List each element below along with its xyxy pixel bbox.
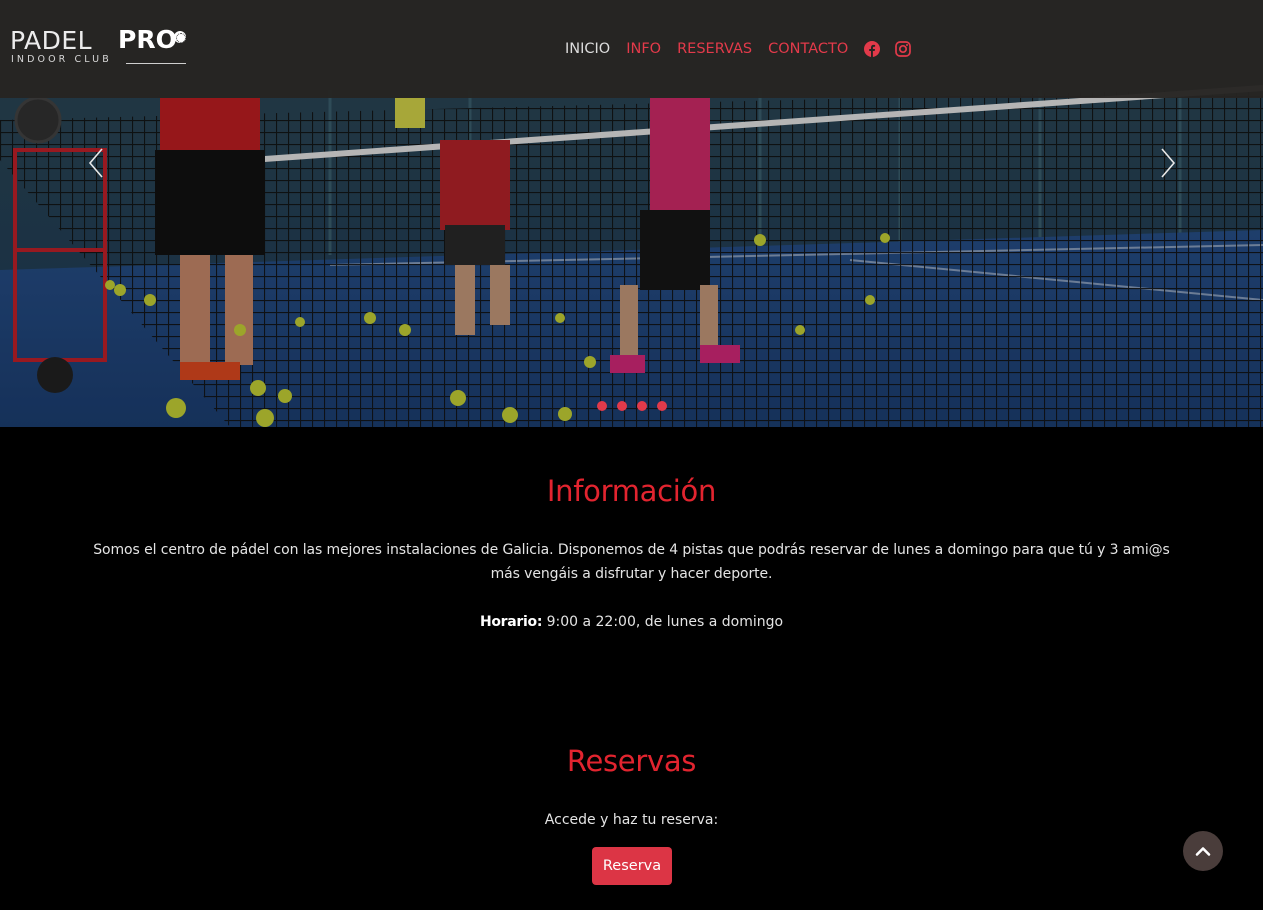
nav-item-reservas[interactable]: RESERVAS [677, 39, 752, 59]
carousel-indicator[interactable] [657, 401, 667, 411]
reservas-prompt: Accede y haz tu reserva: [544, 812, 719, 828]
info-description: Somos el centro de pádel con las mejores… [93, 542, 1170, 582]
carousel-prev-button[interactable] [86, 146, 106, 180]
carousel-indicator[interactable] [637, 401, 647, 411]
logo-wordmark: PADEL [10, 26, 93, 55]
carousel-indicator[interactable] [597, 401, 607, 411]
logo-tagline: INDOOR CLUB [11, 54, 112, 65]
logo-wordmark-highlight: PRO [118, 25, 177, 54]
reservas-title: Reservas [566, 744, 697, 778]
navbar: PADEL PRO INDOOR CLUB INICIO INFO RESERV… [0, 0, 1263, 98]
schedule-value: 9:00 a 22:00, de lunes a domingo [542, 614, 784, 630]
site-logo[interactable]: PADEL PRO INDOOR CLUB [10, 25, 190, 70]
chevron-up-icon [1195, 847, 1211, 856]
main-nav: INICIO INFO RESERVAS CONTACTO [565, 38, 926, 60]
carousel-next-button[interactable] [1158, 146, 1178, 180]
schedule-label: Horario: [479, 614, 543, 630]
instagram-link[interactable] [895, 41, 912, 57]
reserva-button[interactable]: Reserva [592, 847, 672, 885]
schedule: Horario: 9:00 a 22:00, de lunes a doming… [0, 610, 1263, 634]
carousel-indicators [597, 401, 677, 411]
nav-item-inicio[interactable]: INICIO [565, 39, 610, 59]
logo-divider [126, 63, 186, 64]
info-title: Información [546, 474, 717, 508]
facebook-icon [864, 41, 881, 57]
nav-item-contacto[interactable]: CONTACTO [768, 39, 848, 59]
chevron-right-icon [1161, 148, 1176, 178]
instagram-icon [895, 41, 912, 57]
chevron-left-icon [88, 148, 103, 178]
ball-icon [174, 31, 186, 43]
nav-item-info[interactable]: INFO [626, 39, 661, 59]
carousel-indicator[interactable] [617, 401, 627, 411]
scroll-to-top-button[interactable] [1183, 831, 1223, 871]
facebook-link[interactable] [864, 41, 881, 57]
